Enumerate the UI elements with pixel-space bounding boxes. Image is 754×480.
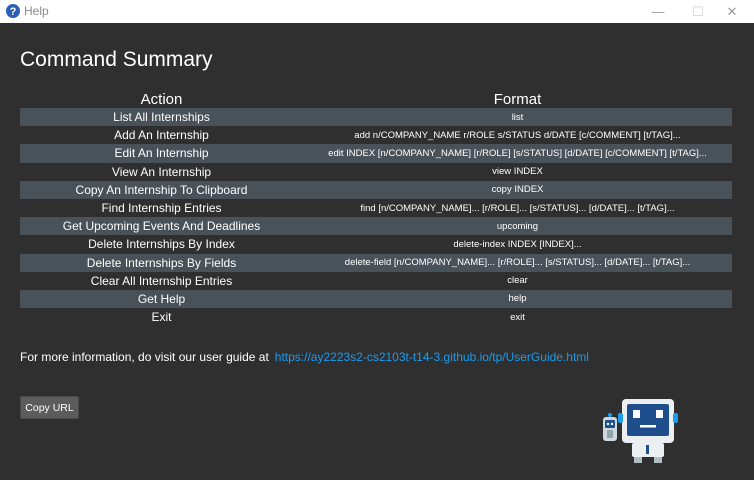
action-cell: Get Upcoming Events And Deadlines (62, 219, 261, 234)
close-button[interactable]: ✕ (710, 0, 754, 23)
table-body: List All Internships list Add An Internshi… (20, 108, 732, 326)
table-row[interactable]: Find Internship Entries find [n/COMPANY_N… (20, 199, 732, 217)
close-icon: ✕ (726, 3, 738, 19)
table-row[interactable]: Exit exit (20, 308, 732, 326)
maximize-icon: ☐ (692, 3, 704, 19)
action-cell: Delete Internships By Fields (86, 255, 237, 270)
format-cell: delete-index INDEX [INDEX]... (453, 238, 582, 250)
action-cell: View An Internship (111, 164, 212, 179)
command-summary-table: Action Format List All Internships list Ad… (20, 89, 732, 326)
action-cell: Get Help (137, 291, 186, 306)
format-cell: copy INDEX (491, 184, 544, 196)
minimize-icon: — (651, 4, 665, 19)
format-cell: edit INDEX [n/COMPANY_NAME] [r/ROLE] [s/… (328, 147, 707, 159)
table-row[interactable]: Edit An Internship edit INDEX [n/COMPANY_… (20, 144, 732, 163)
action-cell: List All Internships (113, 110, 210, 125)
column-header-action[interactable]: Action (20, 91, 303, 108)
format-cell: view INDEX (492, 166, 543, 178)
format-cell: add n/COMPANY_NAME r/ROLE s/STATUS d/DAT… (354, 129, 681, 141)
title-bar: ? Help — ☐ ✕ (0, 0, 754, 23)
table-row[interactable]: Copy An Internship To Clipboard copy INDE… (20, 180, 732, 199)
help-window-content: Command Summary Action Format List All I… (0, 23, 754, 480)
window-title: Help (24, 4, 49, 18)
table-row[interactable]: Delete Internships By Index delete-index … (20, 235, 732, 253)
table-row[interactable]: Clear All Internship Entries clear (20, 272, 732, 290)
format-cell: delete-field [n/COMPANY_NAME]... [r/ROLE… (344, 257, 691, 269)
action-cell: Exit (151, 310, 172, 325)
column-header-format[interactable]: Format (303, 91, 732, 108)
action-cell: Find Internship Entries (101, 201, 222, 216)
action-cell: Copy An Internship To Clipboard (75, 182, 248, 197)
svg-text:?: ? (10, 6, 17, 18)
page-title: Command Summary (20, 48, 213, 71)
format-cell: upcoming (496, 220, 539, 232)
info-text: For more information, do visit our user … (20, 350, 269, 364)
table-row[interactable]: View An Internship view INDEX (20, 163, 732, 181)
table-row[interactable]: List All Internships list (20, 108, 732, 127)
format-cell: clear (507, 275, 528, 287)
format-cell: find [n/COMPANY_NAME]... [r/ROLE]... [s/… (360, 202, 675, 214)
action-cell: Delete Internships By Index (88, 237, 235, 252)
action-cell: Add An Internship (114, 128, 209, 143)
table-row[interactable]: Add An Internship add n/COMPANY_NAME r/RO… (20, 126, 732, 144)
action-cell: Clear All Internship Entries (90, 273, 233, 288)
action-cell: Edit An Internship (114, 146, 209, 161)
format-cell: help (508, 293, 527, 305)
format-cell: list (511, 111, 524, 123)
table-row[interactable]: Get Help help (20, 289, 732, 309)
user-guide-link[interactable]: https://ay2223s2-cs2103t-t14-3.github.io… (275, 350, 589, 364)
help-icon: ? (6, 4, 20, 18)
table-row[interactable]: Get Upcoming Events And Deadlines upcomin… (20, 217, 732, 236)
robot-mascot-icon (603, 399, 678, 463)
copy-url-button[interactable]: Copy URL (20, 396, 79, 419)
minimize-button[interactable]: — (636, 0, 680, 23)
format-cell: exit (510, 311, 525, 323)
table-row[interactable]: Delete Internships By Fields delete-field… (20, 253, 732, 272)
table-header: Action Format (20, 89, 732, 108)
user-guide-info: For more information, do visit our user … (20, 350, 589, 364)
